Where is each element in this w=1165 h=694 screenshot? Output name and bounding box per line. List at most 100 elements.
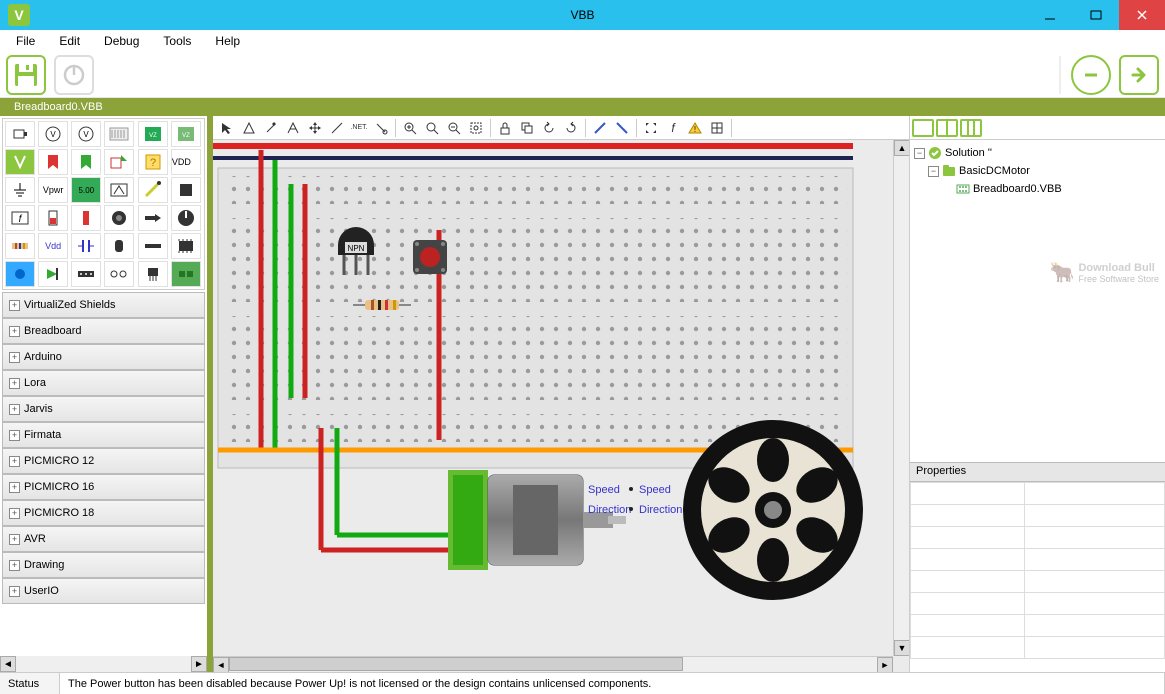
menu-help[interactable]: Help (205, 32, 250, 50)
zoom-in-icon[interactable] (400, 118, 420, 138)
palette-v-logo-icon[interactable] (5, 149, 35, 175)
palette-vz-shield-icon[interactable]: VZ (138, 121, 168, 147)
palette-vz-board-icon[interactable]: VZ (171, 121, 201, 147)
palette-plug-icon[interactable] (138, 205, 168, 231)
expand-icon[interactable]: + (9, 586, 20, 597)
function-tool-icon[interactable]: f (663, 118, 683, 138)
palette-bookmark-red-icon[interactable] (38, 149, 68, 175)
menu-edit[interactable]: Edit (49, 32, 90, 50)
palette-pins-icon[interactable] (104, 261, 134, 287)
category-breadboard[interactable]: +Breadboard (2, 318, 205, 344)
expand-icon[interactable]: + (9, 482, 20, 493)
palette-bookmark-green-icon[interactable] (71, 149, 101, 175)
tree-node-solution[interactable]: − Solution '' (914, 144, 1161, 162)
collapse-icon[interactable]: − (928, 166, 939, 177)
category-arduino[interactable]: +Arduino (2, 344, 205, 370)
palette-voltmeter2-icon[interactable]: V (71, 121, 101, 147)
expand-icon[interactable]: + (9, 534, 20, 545)
component-wheel[interactable] (683, 420, 863, 600)
zoom-actual-icon[interactable] (422, 118, 442, 138)
power-button[interactable] (54, 55, 94, 95)
palette-transistor-icon[interactable] (138, 261, 168, 287)
palette-battery-icon[interactable] (5, 121, 35, 147)
lock-icon[interactable] (495, 118, 515, 138)
scroll-down-icon[interactable]: ▼ (894, 640, 909, 656)
palette-vdd-label[interactable]: VDD (171, 149, 201, 175)
category-lora[interactable]: +Lora (2, 370, 205, 396)
tree-node-project[interactable]: − BasicDCMotor (928, 162, 1161, 180)
category-picmicro-16[interactable]: +PICMICRO 16 (2, 474, 205, 500)
scroll-left-icon[interactable]: ◄ (0, 656, 16, 672)
palette-chip-icon[interactable] (171, 177, 201, 203)
palette-header-icon[interactable] (71, 261, 101, 287)
palette-import-icon[interactable] (104, 149, 134, 175)
window-minimize-button[interactable] (1027, 0, 1073, 30)
palette-terminal-icon[interactable] (171, 261, 201, 287)
palette-meter-icon[interactable] (104, 177, 134, 203)
canvas-vertical-scrollbar[interactable]: ▲ ▼ (893, 140, 909, 656)
component-push-button[interactable] (413, 240, 447, 274)
scroll-right-icon[interactable]: ► (877, 657, 893, 672)
palette-voltmeter-icon[interactable]: V (38, 121, 68, 147)
expand-icon[interactable]: + (9, 300, 20, 311)
move-tool-icon[interactable] (305, 118, 325, 138)
warning-icon[interactable]: ! (685, 118, 705, 138)
flip-h-icon[interactable] (590, 118, 610, 138)
palette-ic-icon[interactable] (171, 233, 201, 259)
palette-diode-icon[interactable] (38, 261, 68, 287)
palette-inductor-icon[interactable] (138, 233, 168, 259)
palette-probe-icon[interactable] (138, 177, 168, 203)
zoom-out-button[interactable] (1071, 55, 1111, 95)
palette-capacitor-icon[interactable] (71, 233, 101, 259)
palette-help-icon[interactable]: ? (138, 149, 168, 175)
category-picmicro-12[interactable]: +PICMICRO 12 (2, 448, 205, 474)
expand-icon[interactable]: + (9, 430, 20, 441)
save-button[interactable] (6, 55, 46, 95)
category-picmicro-18[interactable]: +PICMICRO 18 (2, 500, 205, 526)
category-avr[interactable]: +AVR (2, 526, 205, 552)
expand-icon[interactable]: + (9, 560, 20, 571)
scroll-up-icon[interactable]: ▲ (894, 140, 909, 156)
canvas-horizontal-scrollbar[interactable]: ◄ ► (213, 656, 893, 672)
palette-led-blue-icon[interactable] (5, 261, 35, 287)
net-label-icon[interactable]: .NET. (349, 118, 369, 138)
stack-icon[interactable] (517, 118, 537, 138)
expand-icon[interactable]: + (9, 456, 20, 467)
expand-icon[interactable]: + (9, 352, 20, 363)
expand-icon[interactable] (641, 118, 661, 138)
palette-jack-icon[interactable] (104, 205, 134, 231)
grid-icon[interactable] (707, 118, 727, 138)
palette-resistor-icon[interactable] (5, 233, 35, 259)
menu-tools[interactable]: Tools (153, 32, 201, 50)
rotate-ccw-icon[interactable] (539, 118, 559, 138)
tab-breadboard0[interactable]: Breadboard0.VBB (4, 100, 113, 114)
palette-function-icon[interactable]: f (5, 205, 35, 231)
zoom-fit-icon[interactable] (466, 118, 486, 138)
window-close-button[interactable] (1119, 0, 1165, 30)
category-virtualized-shields[interactable]: +VirtualiZed Shields (2, 292, 205, 318)
palette-vpwr-label[interactable]: Vpwr (38, 177, 68, 203)
palette-scrollbar[interactable]: ◄ ► (0, 656, 207, 672)
scroll-right-icon[interactable]: ► (191, 656, 207, 672)
menu-debug[interactable]: Debug (94, 32, 149, 50)
view-split-h-icon[interactable] (936, 119, 958, 137)
expand-icon[interactable]: + (9, 404, 20, 415)
category-userio[interactable]: +UserIO (2, 578, 205, 604)
view-split-3-icon[interactable] (960, 119, 982, 137)
rotate-cw-icon[interactable] (561, 118, 581, 138)
measure-tool-icon[interactable] (283, 118, 303, 138)
collapse-icon[interactable]: − (914, 148, 925, 159)
expand-icon[interactable]: + (9, 326, 20, 337)
palette-led-bar-icon[interactable] (71, 205, 101, 231)
zoom-out-icon[interactable] (444, 118, 464, 138)
expand-icon[interactable]: + (9, 508, 20, 519)
palette-vdd2-label[interactable]: Vdd (38, 233, 68, 259)
flip-v-icon[interactable] (612, 118, 632, 138)
category-jarvis[interactable]: +Jarvis (2, 396, 205, 422)
design-canvas[interactable]: NPN (213, 140, 909, 672)
palette-cap-cylinder-icon[interactable] (104, 233, 134, 259)
menu-file[interactable]: File (6, 32, 45, 50)
pointer-tool-icon[interactable] (217, 118, 237, 138)
palette-display-icon[interactable]: 5.00 (71, 177, 101, 203)
next-button[interactable] (1119, 55, 1159, 95)
